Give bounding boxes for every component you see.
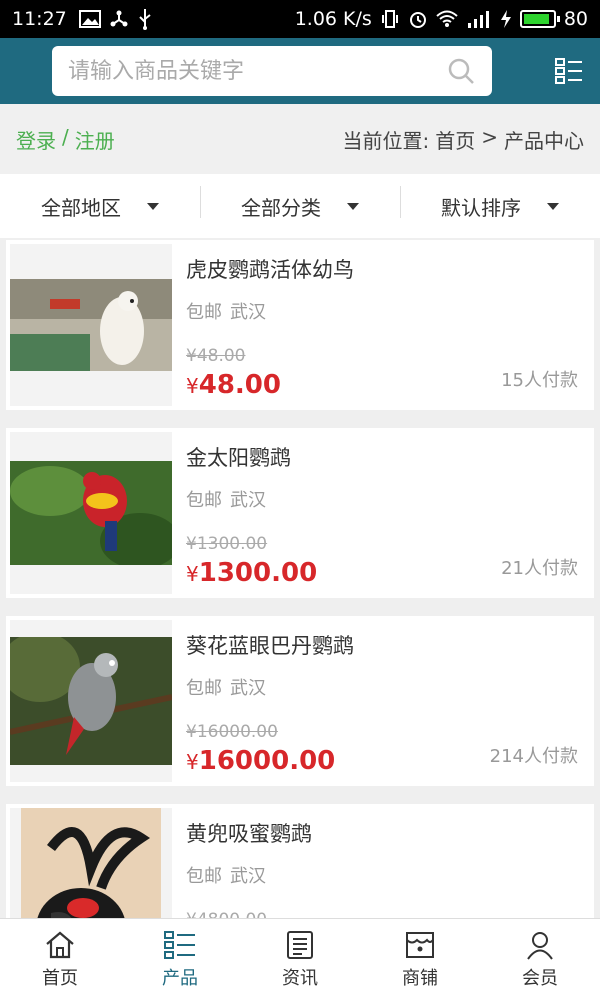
product-shipping: 包邮 武汉 (186, 486, 580, 512)
product-shipping: 包邮 武汉 (186, 298, 580, 324)
breadcrumb-current: 产品中心 (504, 128, 584, 153)
filter-category[interactable]: 全部分类 (200, 185, 400, 221)
product-city: 武汉 (230, 866, 266, 887)
filter-region[interactable]: 全部地区 (0, 192, 200, 221)
paid-count: 21人付款 (501, 558, 578, 579)
price-value: 1300.00 (198, 558, 318, 588)
usb-icon (139, 9, 151, 30)
user-icon (527, 931, 553, 960)
breadcrumb-label: 当前位置: (342, 128, 430, 153)
caret-down-icon (347, 202, 359, 210)
search-box[interactable] (52, 46, 492, 96)
price-value: 16000.00 (198, 746, 336, 776)
caret-down-icon (147, 202, 159, 210)
status-notification-icons (78, 8, 153, 30)
nav-shop-label: 商铺 (402, 967, 438, 989)
product-item[interactable]: 葵花蓝眼巴丹鹦鹉 包邮 武汉 ¥16000.00 ¥16000.00 214人付… (6, 616, 594, 786)
breadcrumb-arrow: > (481, 124, 498, 149)
paid-count: 214人付款 (489, 746, 578, 767)
login-separator: / (62, 124, 69, 149)
category-menu-icon (555, 58, 582, 84)
image-icon (78, 10, 101, 28)
product-city: 武汉 (230, 302, 266, 323)
register-link[interactable]: 注册 (75, 125, 115, 154)
price-currency: ¥ (186, 374, 199, 398)
product-name: 虎皮鹦鹉活体幼鸟 (186, 258, 354, 282)
search-input[interactable] (68, 58, 446, 84)
caret-down-icon (547, 202, 559, 210)
shipping-label: 包邮 (186, 490, 222, 511)
nav-shop[interactable]: 商铺 (360, 919, 480, 1000)
breadcrumb-home[interactable]: 首页 (435, 125, 475, 154)
battery-icon (519, 10, 560, 28)
shipping-label: 包邮 (186, 678, 222, 699)
news-icon (287, 930, 313, 959)
list-icon (164, 930, 195, 959)
shop-icon (406, 931, 434, 958)
product-image (10, 432, 172, 594)
shipping-label: 包邮 (186, 866, 222, 887)
menu-button[interactable] (552, 54, 586, 88)
product-info: 虎皮鹦鹉活体幼鸟 包邮 武汉 ¥48.00 ¥48.00 15人付款 (172, 244, 590, 406)
filter-bar: 全部地区 全部分类 默认排序 (0, 174, 600, 238)
product-name: 黄兜吸蜜鹦鹉 (186, 822, 312, 846)
product-city: 武汉 (230, 678, 266, 699)
product-shipping: 包邮 武汉 (186, 862, 580, 888)
filter-sort-label: 默认排序 (441, 195, 521, 220)
product-shipping: 包邮 武汉 (186, 674, 580, 700)
nav-home[interactable]: 首页 (0, 919, 120, 1000)
product-item[interactable]: 金太阳鹦鹉 包邮 武汉 ¥1300.00 ¥1300.00 21人付款 (6, 428, 594, 598)
share-icon (110, 10, 128, 27)
search-icon[interactable] (446, 56, 476, 86)
vibrate-icon (381, 10, 398, 28)
filter-sort[interactable]: 默认排序 (400, 185, 600, 221)
battery-level: 80 (563, 8, 588, 30)
price-currency: ¥ (186, 562, 199, 586)
charging-icon (500, 10, 511, 28)
nav-products-label: 产品 (162, 967, 198, 989)
nav-news-label: 资讯 (282, 967, 318, 989)
price-currency: ¥ (186, 750, 199, 774)
price-value: 48.00 (198, 370, 281, 400)
product-image (10, 620, 172, 782)
nav-member-label: 会员 (522, 967, 558, 989)
location-bar: 登录 / 注册 当前位置: 首页 > 产品中心 (0, 104, 600, 174)
header-bar (0, 38, 600, 104)
nav-home-label: 首页 (42, 967, 78, 989)
breadcrumb: 当前位置: 首页 > 产品中心 (342, 125, 584, 154)
wifi-icon (436, 10, 458, 27)
product-name: 葵花蓝眼巴丹鹦鹉 (186, 634, 354, 658)
product-info: 金太阳鹦鹉 包邮 武汉 ¥1300.00 ¥1300.00 21人付款 (172, 432, 590, 594)
filter-category-label: 全部分类 (241, 195, 321, 220)
home-icon (46, 931, 74, 958)
login-link[interactable]: 登录 (16, 125, 56, 154)
status-time: 11:27 (12, 8, 67, 30)
product-image (10, 244, 172, 406)
filter-region-label: 全部地区 (41, 195, 121, 220)
signal-icon (467, 11, 489, 28)
product-item[interactable]: 虎皮鹦鹉活体幼鸟 包邮 武汉 ¥48.00 ¥48.00 15人付款 (6, 240, 594, 410)
product-info: 葵花蓝眼巴丹鹦鹉 包邮 武汉 ¥16000.00 ¥16000.00 214人付… (172, 620, 590, 782)
login-register: 登录 / 注册 (16, 125, 115, 154)
shipping-label: 包邮 (186, 302, 222, 323)
nav-member[interactable]: 会员 (480, 919, 600, 1000)
nav-products[interactable]: 产品 (120, 919, 240, 1000)
paid-count: 15人付款 (501, 370, 578, 391)
net-speed: 1.06 K/s (294, 8, 372, 30)
alarm-icon (409, 12, 426, 28)
original-price: ¥1300.00 (186, 534, 268, 554)
original-price: ¥48.00 (186, 346, 246, 366)
status-bar: 11:27 1.06 K/s 80 (0, 0, 600, 38)
nav-news[interactable]: 资讯 (240, 919, 360, 1000)
product-name: 金太阳鹦鹉 (186, 446, 291, 470)
product-city: 武汉 (230, 490, 266, 511)
product-list: 虎皮鹦鹉活体幼鸟 包邮 武汉 ¥48.00 ¥48.00 15人付款 金太阳鹦鹉 (6, 240, 594, 992)
original-price: ¥16000.00 (186, 722, 278, 742)
bottom-nav: 首页 产品 资讯 商铺 会员 (0, 918, 600, 1000)
